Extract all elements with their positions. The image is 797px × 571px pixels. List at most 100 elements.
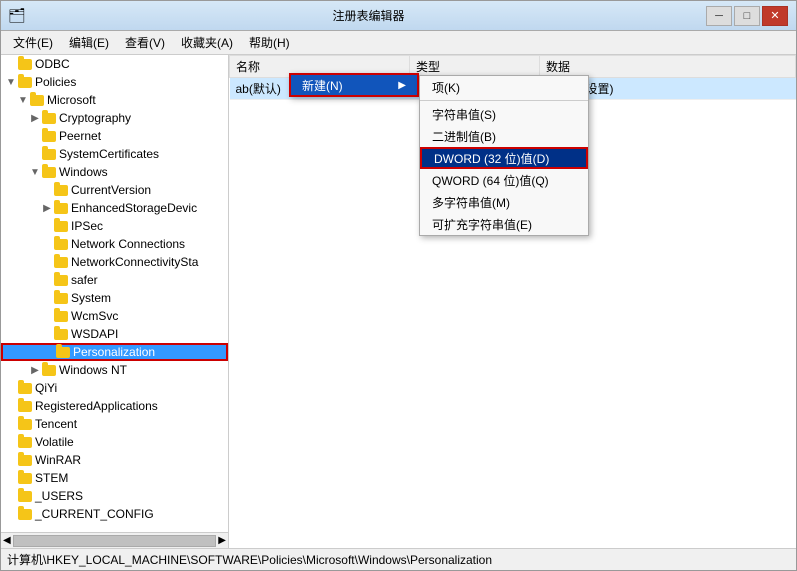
tree-item-winrar[interactable]: WinRAR <box>1 451 228 469</box>
scroll-left-arrow[interactable]: ◀ <box>3 535 11 546</box>
menu-favorites[interactable]: 收藏夹(A) <box>173 32 241 53</box>
tree-item-ipsec[interactable]: IPSec <box>1 217 228 235</box>
tree-item-system[interactable]: System <box>1 289 228 307</box>
maximize-button[interactable]: □ <box>734 6 760 26</box>
tree-label-safer: safer <box>71 273 98 287</box>
menu-file[interactable]: 文件(E) <box>5 32 61 53</box>
tree-item-wcmsvc[interactable]: WcmSvc <box>1 307 228 325</box>
tree-label-personalization: Personalization <box>73 345 155 359</box>
minimize-button[interactable]: ─ <box>706 6 732 26</box>
tree-item-wsdapi[interactable]: WSDAPI <box>1 325 228 343</box>
folder-icon-current-config <box>17 507 33 521</box>
toggle-safer <box>41 274 53 286</box>
tree-label-network-connections: Network Connections <box>71 237 185 251</box>
submenu-item-expandstring[interactable]: 可扩充字符串值(E) <box>420 213 588 235</box>
tree-scroll[interactable]: ODBC ▼ Policies ▼ Microsoft ▶ Cryptograp… <box>1 55 228 532</box>
menu-help[interactable]: 帮助(H) <box>241 32 298 53</box>
toggle-registeredapps <box>5 400 17 412</box>
window-controls: ─ □ ✕ <box>706 6 788 26</box>
tree-item-stem[interactable]: STEM <box>1 469 228 487</box>
scroll-thumb[interactable] <box>13 535 217 547</box>
toggle-networkconnectivity <box>41 256 53 268</box>
tree-label-qiyi: QiYi <box>35 381 57 395</box>
submenu-item-key[interactable]: 项(K) <box>420 76 588 98</box>
context-menu-item-new[interactable]: 新建(N) ▶ <box>290 74 418 96</box>
tree-label-windows: Windows <box>59 165 108 179</box>
folder-icon-microsoft <box>29 93 45 107</box>
submenu-item-string[interactable]: 字符串值(S) <box>420 103 588 125</box>
tree-item-networkconnectivity[interactable]: NetworkConnectivitySta <box>1 253 228 271</box>
tree-item-users[interactable]: _USERS <box>1 487 228 505</box>
context-menu-overlay: 新建(N) ▶ 项(K) 字符串值(S) 二进制值(B) DWORD (32 位… <box>289 73 419 97</box>
tree-label-system: System <box>71 291 111 305</box>
tree-item-qiyi[interactable]: QiYi <box>1 379 228 397</box>
tree-label-tencent: Tencent <box>35 417 77 431</box>
tree-item-safer[interactable]: safer <box>1 271 228 289</box>
tree-label-cryptography: Cryptography <box>59 111 131 125</box>
context-menu-new: 新建(N) ▶ <box>289 73 419 97</box>
tree-label-registeredapps: RegisteredApplications <box>35 399 158 413</box>
tree-item-microsoft[interactable]: ▼ Microsoft <box>1 91 228 109</box>
tree-item-current-config[interactable]: _CURRENT_CONFIG <box>1 505 228 523</box>
toggle-ipsec <box>41 220 53 232</box>
folder-icon-tencent <box>17 417 33 431</box>
folder-icon-odbc <box>17 57 33 71</box>
toggle-network-connections <box>41 238 53 250</box>
toggle-odbc <box>5 58 17 70</box>
tree-item-policies[interactable]: ▼ Policies <box>1 73 228 91</box>
tree-label-policies: Policies <box>35 75 76 89</box>
menu-edit[interactable]: 编辑(E) <box>61 32 117 53</box>
folder-icon-personalization <box>55 345 71 359</box>
tree-item-currentversion[interactable]: CurrentVersion <box>1 181 228 199</box>
tree-label-stem: STEM <box>35 471 68 485</box>
close-button[interactable]: ✕ <box>762 6 788 26</box>
toggle-qiyi <box>5 382 17 394</box>
status-bar: 计算机\HKEY_LOCAL_MACHINE\SOFTWARE\Policies… <box>1 548 796 570</box>
tree-item-systemcerts[interactable]: SystemCertificates <box>1 145 228 163</box>
folder-icon-users <box>17 489 33 503</box>
folder-icon-systemcerts <box>41 147 57 161</box>
folder-icon-system <box>53 291 69 305</box>
tree-item-tencent[interactable]: Tencent <box>1 415 228 433</box>
app-icon: 🗂 <box>9 8 25 24</box>
toggle-windows: ▼ <box>29 166 41 178</box>
folder-icon-network-connections <box>53 237 69 251</box>
tree-item-odbc[interactable]: ODBC <box>1 55 228 73</box>
toggle-windowsnt: ▶ <box>29 364 41 376</box>
folder-icon-currentversion <box>53 183 69 197</box>
scroll-right-arrow[interactable]: ▶ <box>218 535 226 546</box>
tree-label-wsdapi: WSDAPI <box>71 327 118 341</box>
tree-item-enhancedstorage[interactable]: ▶ EnhancedStorageDevic <box>1 199 228 217</box>
toggle-wcmsvc <box>41 310 53 322</box>
folder-icon-volatile <box>17 435 33 449</box>
toggle-enhancedstorage: ▶ <box>41 202 53 214</box>
folder-icon-windows <box>41 165 57 179</box>
folder-icon-enhancedstorage <box>53 201 69 215</box>
submenu-item-multistring[interactable]: 多字符串值(M) <box>420 191 588 213</box>
tree-label-windowsnt: Windows NT <box>59 363 127 377</box>
toggle-microsoft: ▼ <box>17 94 29 106</box>
toggle-peernet <box>29 130 41 142</box>
toggle-stem <box>5 472 17 484</box>
tree-item-personalization[interactable]: Personalization <box>1 343 228 361</box>
menu-view[interactable]: 查看(V) <box>117 32 173 53</box>
tree-horizontal-scrollbar[interactable]: ◀ ▶ <box>1 532 228 548</box>
tree-label-current-config: _CURRENT_CONFIG <box>35 507 154 521</box>
submenu-item-dword[interactable]: DWORD (32 位)值(D) <box>420 147 588 169</box>
folder-icon-registeredapps <box>17 399 33 413</box>
right-panel: 名称 类型 数据 ab(默认) REG_SZ (数值未设置) <box>229 55 796 548</box>
tree-label-systemcerts: SystemCertificates <box>59 147 159 161</box>
tree-item-volatile[interactable]: Volatile <box>1 433 228 451</box>
submenu: 项(K) 字符串值(S) 二进制值(B) DWORD (32 位)值(D) QW… <box>419 75 589 236</box>
tree-item-cryptography[interactable]: ▶ Cryptography <box>1 109 228 127</box>
main-content: ODBC ▼ Policies ▼ Microsoft ▶ Cryptograp… <box>1 55 796 548</box>
tree-item-registeredapps[interactable]: RegisteredApplications <box>1 397 228 415</box>
tree-item-windows[interactable]: ▼ Windows <box>1 163 228 181</box>
tree-item-windowsnt[interactable]: ▶ Windows NT <box>1 361 228 379</box>
tree-item-network-connections[interactable]: Network Connections <box>1 235 228 253</box>
tree-item-peernet[interactable]: Peernet <box>1 127 228 145</box>
tree-panel: ODBC ▼ Policies ▼ Microsoft ▶ Cryptograp… <box>1 55 229 548</box>
folder-icon-wsdapi <box>53 327 69 341</box>
submenu-item-binary[interactable]: 二进制值(B) <box>420 125 588 147</box>
submenu-item-qword[interactable]: QWORD (64 位)值(Q) <box>420 169 588 191</box>
